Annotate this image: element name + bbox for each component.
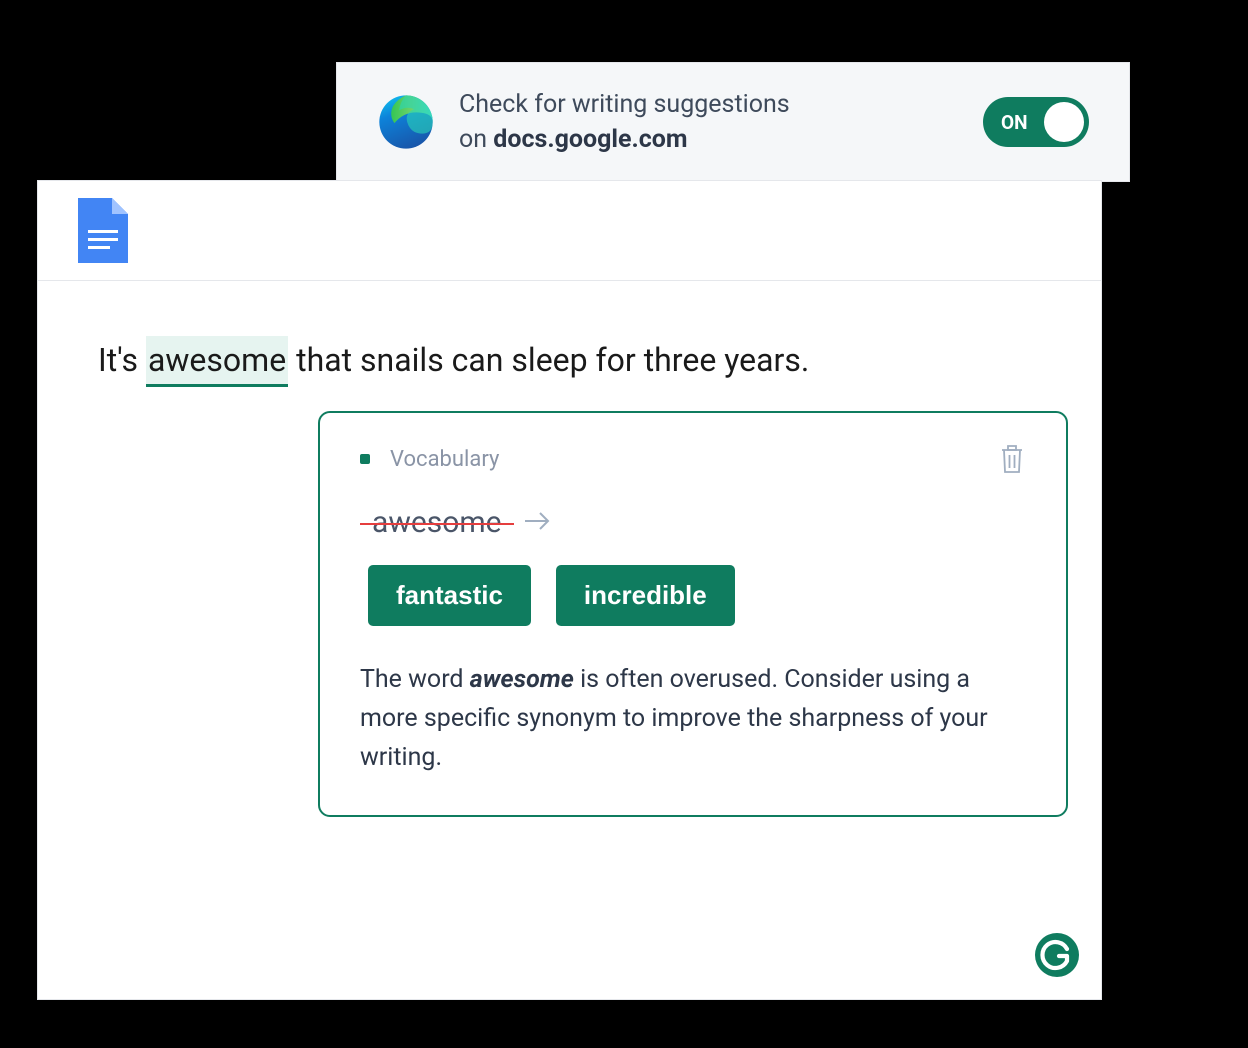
document-window: It's awesome that snails can sleep for t…: [37, 180, 1102, 1000]
extension-text-prefix: on: [459, 125, 493, 154]
grammarly-badge-button[interactable]: [1033, 931, 1081, 979]
suggestion-category: Vocabulary: [390, 447, 998, 472]
extension-domain: docs.google.com: [493, 125, 687, 154]
extension-message: Check for writing suggestions on docs.go…: [459, 87, 983, 157]
card-header: Vocabulary: [360, 443, 1026, 475]
suggestion-explanation: The word awesome is often overused. Cons…: [360, 661, 1026, 777]
suggestion-button-incredible[interactable]: incredible: [556, 565, 735, 626]
sentence-prefix: It's: [98, 341, 146, 379]
original-word-strikethrough: awesome: [368, 505, 506, 540]
google-docs-icon: [78, 198, 128, 263]
suggestion-button-fantastic[interactable]: fantastic: [368, 565, 531, 626]
suggestions-row: fantastic incredible: [360, 565, 1026, 626]
document-body[interactable]: It's awesome that snails can sleep for t…: [38, 281, 1101, 999]
toggle-on-label: ON: [1001, 111, 1028, 134]
dismiss-suggestion-button[interactable]: [998, 443, 1026, 475]
original-word-row: awesome: [360, 505, 1026, 540]
explanation-bold-word: awesome: [470, 665, 574, 694]
document-sentence: It's awesome that snails can sleep for t…: [98, 336, 1041, 387]
suggestions-toggle[interactable]: ON: [983, 97, 1089, 147]
extension-suggestion-bar: Check for writing suggestions on docs.go…: [336, 62, 1130, 182]
category-dot-icon: [360, 454, 370, 464]
flagged-word[interactable]: awesome: [146, 336, 288, 387]
edge-browser-icon: [377, 93, 435, 151]
sentence-suffix: that snails can sleep for three years.: [288, 341, 809, 379]
toggle-knob: [1044, 102, 1084, 142]
suggestion-card: Vocabulary awesome: [318, 411, 1068, 817]
document-header: [38, 181, 1101, 281]
arrow-right-icon: [524, 510, 552, 536]
explanation-part1: The word: [360, 665, 470, 694]
extension-text-line1: Check for writing suggestions: [459, 90, 790, 119]
